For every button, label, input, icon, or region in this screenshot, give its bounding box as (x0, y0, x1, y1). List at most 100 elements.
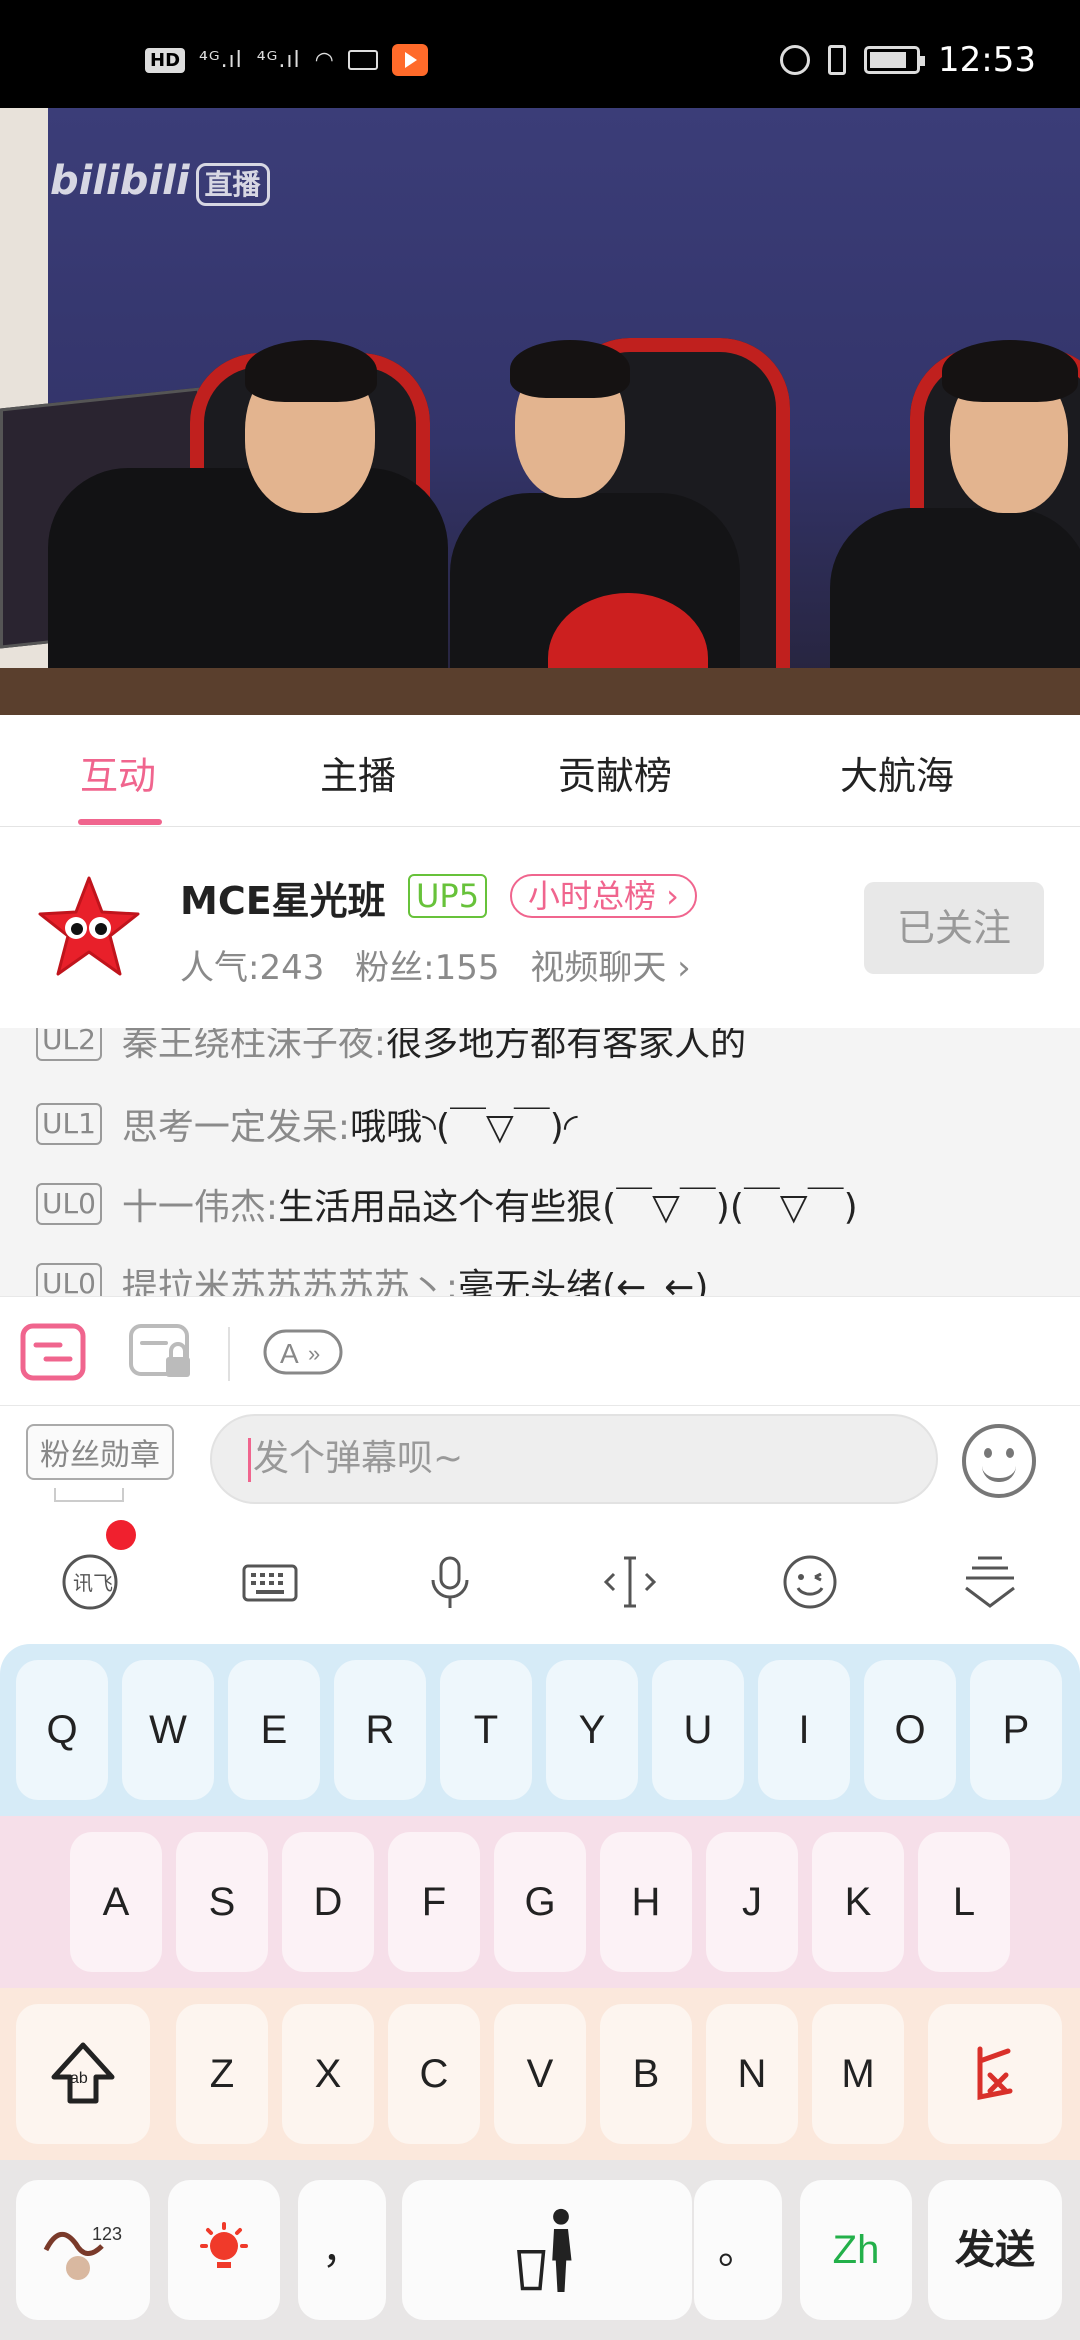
comma-key[interactable]: ， (298, 2180, 386, 2320)
tab-anchor[interactable]: 主播 (320, 745, 396, 800)
desk (0, 668, 1080, 715)
space-key[interactable] (402, 2180, 692, 2320)
period-key[interactable]: 。 (694, 2180, 782, 2320)
key-c[interactable]: C (388, 2004, 480, 2144)
notification-dot (106, 1520, 136, 1550)
signal-icon: ⁴ᴳ.ıl (256, 47, 301, 73)
key-w[interactable]: W (122, 1660, 214, 1800)
danmaku-input-placeholder: 发个弹幕呗~ (253, 1438, 464, 1479)
svg-text:A: A (280, 1338, 299, 1369)
svg-text:ab: ab (70, 2070, 88, 2087)
key-p[interactable]: P (970, 1660, 1062, 1800)
keyboard-status-icon (347, 50, 378, 70)
shift-key[interactable]: ab (16, 2004, 150, 2144)
anchor-name[interactable]: MCE星光班 (180, 870, 386, 925)
keyboard-row-3: ab Z X C V B N M (0, 1988, 1080, 2160)
video-chat-link[interactable]: 视频聊天 › (530, 948, 690, 988)
key-f[interactable]: F (388, 1832, 480, 1972)
key-r[interactable]: R (334, 1660, 426, 1800)
svg-text:讯飞: 讯飞 (73, 1571, 113, 1595)
battery-icon (864, 46, 926, 74)
ime-toolbar: 讯飞 (0, 1516, 1080, 1644)
danmaku-input[interactable]: 发个弹幕呗~ (210, 1414, 938, 1504)
active-tab-indicator (78, 819, 162, 825)
chat-username[interactable]: 提拉米苏苏苏苏苏丶: (122, 1258, 458, 1296)
numbers-key[interactable]: 123 (16, 2180, 150, 2320)
keyboard-row-2: A S D F G H J K L (0, 1816, 1080, 1988)
bilibili-live-watermark: bilibili 直播 (50, 158, 270, 206)
fans-count: 粉丝:155 (355, 948, 500, 988)
fan-medal-chevron-icon (54, 1488, 124, 1502)
svg-text:123: 123 (92, 2224, 122, 2244)
wifi-icon: ◠ (314, 47, 334, 73)
live-video-player[interactable]: bilibili 直播 (0, 108, 1080, 715)
keyboard-row-4: 123 ， 。 Zh 发送 (0, 2160, 1080, 2340)
key-k[interactable]: K (812, 1832, 904, 1972)
cursor-move-icon[interactable] (600, 1552, 660, 1612)
shift-icon: ab (51, 2042, 115, 2104)
chat-username[interactable]: 秦王绕柱沫子夜: (122, 1028, 386, 1066)
anchor-avatar[interactable] (36, 876, 142, 982)
tab-contribution-rank[interactable]: 贡献榜 (558, 745, 672, 800)
key-m[interactable]: M (812, 2004, 904, 2144)
key-h[interactable]: H (600, 1832, 692, 1972)
hide-keyboard-icon[interactable] (960, 1552, 1020, 1612)
hourly-rank-badge[interactable]: 小时总榜 › (510, 874, 697, 918)
key-i[interactable]: I (758, 1660, 850, 1800)
svg-text:»: » (308, 1341, 320, 1366)
key-b[interactable]: B (600, 2004, 692, 2144)
chat-text: 很多地方都有客家人的 (386, 1028, 747, 1064)
key-n[interactable]: N (706, 2004, 798, 2144)
key-j[interactable]: J (706, 1832, 798, 1972)
chat-text: 生活用品这个有些狠(￣▽￣)(￣▽￣) (278, 1187, 858, 1228)
key-v[interactable]: V (494, 2004, 586, 2144)
key-s[interactable]: S (176, 1832, 268, 1972)
idea-key[interactable] (168, 2180, 280, 2320)
key-g[interactable]: G (494, 1832, 586, 1972)
danmaku-chat-list[interactable]: UL2 秦王绕柱沫子夜: 很多地方都有客家人的 UL1 思考一定发呆: 哦哦◝(… (0, 1028, 1080, 1296)
emoji-button-icon[interactable] (962, 1424, 1036, 1498)
key-x[interactable]: X (282, 2004, 374, 2144)
language-key[interactable]: Zh (800, 2180, 912, 2320)
danmaku-toolbar: A » (0, 1296, 1080, 1406)
backspace-icon (977, 2046, 1013, 2101)
chat-message: UL0 十一伟杰: 生活用品这个有些狠(￣▽￣)(￣▽￣) (36, 1178, 858, 1230)
key-q[interactable]: Q (16, 1660, 108, 1800)
fan-medal-button[interactable]: 粉丝勋章 (26, 1424, 174, 1480)
ime-logo-icon[interactable]: 讯飞 (60, 1552, 120, 1612)
keyboard-row-1: Q W E R T Y U I O P (0, 1644, 1080, 1816)
followed-button[interactable]: 已关注 (864, 882, 1044, 974)
key-e[interactable]: E (228, 1660, 320, 1800)
key-l[interactable]: L (918, 1832, 1010, 1972)
key-a[interactable]: A (70, 1832, 162, 1972)
send-key[interactable]: 发送 (928, 2180, 1062, 2320)
keyboard-switch-icon[interactable] (240, 1552, 300, 1612)
chat-text: 毫无头绪(←_←) (458, 1267, 709, 1296)
microphone-icon[interactable] (420, 1552, 480, 1612)
status-left-icons: HD ⁴ᴳ.ıl ⁴ᴳ.ıl ◠ (145, 44, 428, 76)
emoji-icon[interactable] (780, 1552, 840, 1612)
chat-username[interactable]: 思考一定发呆: (122, 1098, 350, 1150)
popularity-count: 人气:243 (180, 948, 325, 988)
user-level-badge: UL0 (36, 1263, 102, 1296)
key-t[interactable]: T (440, 1660, 532, 1800)
chat-username[interactable]: 十一伟杰: (122, 1178, 278, 1230)
numbers-art-icon: 123 (43, 2224, 122, 2280)
key-z[interactable]: Z (176, 2004, 268, 2144)
backspace-key[interactable] (928, 2004, 1062, 2144)
soft-keyboard: Q W E R T Y U I O P A S D F G H J K L ab… (0, 1644, 1080, 2340)
locked-danmaku-icon[interactable] (128, 1323, 196, 1381)
danmaku-style-icon[interactable] (20, 1323, 86, 1381)
key-y[interactable]: Y (546, 1660, 638, 1800)
key-o[interactable]: O (864, 1660, 956, 1800)
status-bar: HD ⁴ᴳ.ıl ⁴ᴳ.ıl ◠ 12:53 (0, 0, 1080, 108)
alarm-icon (780, 45, 811, 75)
chat-text: 哦哦◝(￣▽￣)◜ (350, 1107, 578, 1148)
key-d[interactable]: D (282, 1832, 374, 1972)
tab-voyage[interactable]: 大航海 (840, 745, 954, 800)
key-u[interactable]: U (652, 1660, 744, 1800)
vibrate-icon (828, 45, 847, 75)
tab-interaction[interactable]: 互动 (80, 745, 156, 800)
anchor-stats: 人气:243 粉丝:155 视频聊天 › (180, 940, 691, 989)
font-size-icon[interactable]: A » (262, 1323, 344, 1381)
